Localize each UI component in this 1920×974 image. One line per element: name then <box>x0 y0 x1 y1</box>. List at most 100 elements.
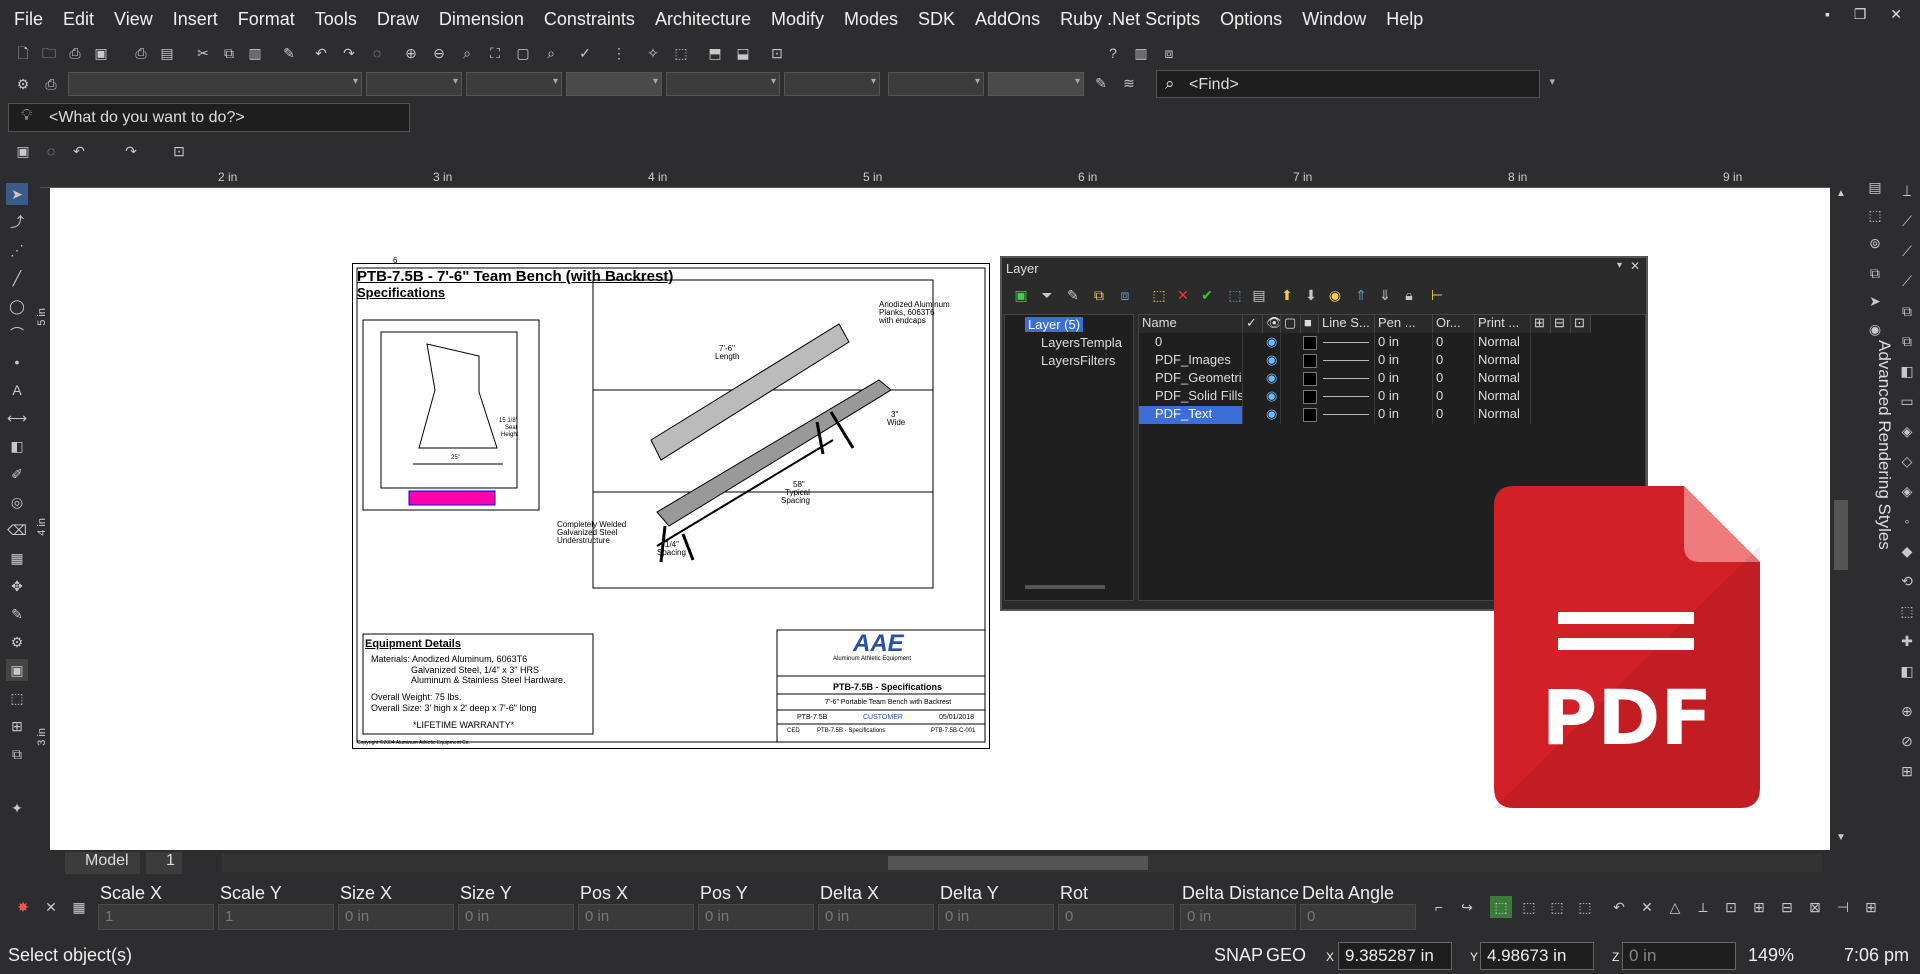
col-header-extra3[interactable]: ⊡ <box>1571 315 1591 333</box>
edit-reshape-icon[interactable]: ⤴ <box>6 211 28 233</box>
menu-options[interactable]: Options <box>1220 9 1282 30</box>
snap-tool-icon[interactable]: ↪ <box>1456 896 1478 918</box>
tree-root[interactable]: Layer (5) <box>1025 317 1084 332</box>
col-header-pen[interactable]: Pen ... <box>1375 315 1433 333</box>
menu-window[interactable]: Window <box>1302 9 1366 30</box>
color-swatch[interactable] <box>1303 390 1317 404</box>
advanced-rendering-styles-tab[interactable]: Advanced Rendering Styles <box>1858 340 1894 570</box>
eye-icon[interactable]: ◉ <box>1263 352 1281 370</box>
tree-scrollbar[interactable] <box>1025 585 1105 589</box>
eye-icon[interactable]: ◉ <box>1263 370 1281 388</box>
drawing-sheet[interactable]: PTB-7.5B - 7'-6" Team Bench (with Backre… <box>352 256 990 749</box>
save-icon[interactable]: ▣ <box>12 140 34 162</box>
panel-icon[interactable]: ⊚ <box>1864 232 1886 254</box>
snap-settings-icon[interactable]: ✸ <box>12 896 34 918</box>
wand-icon[interactable]: ✦ <box>6 797 28 819</box>
menu-tools[interactable]: Tools <box>315 9 357 30</box>
layer-cell-linestyle[interactable] <box>1319 334 1375 352</box>
col-header-visible[interactable]: 👁︎ <box>1263 315 1281 333</box>
layer-group-icon[interactable]: ⧉ <box>1088 284 1110 306</box>
col-header-color[interactable]: ■ <box>1301 315 1319 333</box>
style-dropdown[interactable] <box>784 72 880 96</box>
array-icon[interactable]: ▦ <box>6 547 28 569</box>
menu-sdk[interactable]: SDK <box>918 9 955 30</box>
layer-stack-icon[interactable]: ⧉ <box>6 743 28 765</box>
move-icon[interactable]: ✥ <box>6 575 28 597</box>
col-header-print[interactable]: Print ... <box>1475 315 1531 333</box>
grid-icon[interactable]: ⋮ <box>608 42 630 64</box>
geo-toggle[interactable]: GEO <box>1266 945 1306 966</box>
tool-icon[interactable]: ◧ <box>1896 660 1918 682</box>
layer-row[interactable]: PDF_Images 0 in 0 Normal ◉ <box>1139 352 1647 370</box>
layer-cell-width[interactable]: 0 in <box>1375 352 1433 370</box>
calculator-icon[interactable]: ▦ <box>68 896 90 918</box>
layer-copy-icon[interactable]: ⧈ <box>1114 284 1136 306</box>
snap-tool-icon[interactable]: △ <box>1664 896 1686 918</box>
tool-icon[interactable]: ⊘ <box>1896 730 1918 752</box>
horizontal-scroll-thumb[interactable] <box>888 856 1148 870</box>
col-header-extra1[interactable]: ⊞ <box>1531 315 1551 333</box>
tool-icon[interactable]: ◈ <box>1896 420 1918 442</box>
tree-item[interactable]: LayersFilters <box>1041 353 1115 368</box>
lock-icon[interactable]: 🔒︎ <box>1398 284 1420 306</box>
tool-icon[interactable]: ✚ <box>1896 630 1918 652</box>
brush-icon[interactable]: ✎ <box>6 603 28 625</box>
ask-input[interactable]: 💡︎ <What do you want to do?> <box>8 103 410 132</box>
layer-select-icon[interactable]: ⬚ <box>1224 284 1246 306</box>
layer-row[interactable]: 00 in 0 Normal ◉ <box>1139 334 1647 352</box>
pos-y-field[interactable]: 0 in <box>698 904 814 930</box>
tool-icon[interactable]: ▭ <box>1896 390 1918 412</box>
snap-tool-icon[interactable]: ⬚ <box>1518 896 1540 918</box>
tree-item[interactable]: LayersTempla <box>1041 335 1122 350</box>
transform-icon[interactable]: ⊞ <box>6 715 28 737</box>
x-coordinate-field[interactable]: 9.385287 in <box>1338 942 1452 970</box>
tool-icon[interactable]: ⧉ <box>1896 300 1918 322</box>
print-preview-icon[interactable]: ▤ <box>156 42 178 64</box>
spelling-icon[interactable]: ✓ <box>574 42 596 64</box>
zoom-page-icon[interactable]: ▢ <box>512 42 534 64</box>
layer-cell-width[interactable]: 0 in <box>1375 334 1433 352</box>
snap-grid-icon[interactable]: ▣ <box>6 659 28 681</box>
layer-icon[interactable]: ⬚ <box>670 42 692 64</box>
smart-symbol-icon[interactable]: ◎ <box>6 491 28 513</box>
properties-icon[interactable]: ⊡ <box>766 42 788 64</box>
menu-ruby-net-scripts[interactable]: Ruby .Net Scripts <box>1060 9 1200 30</box>
zoom-out-icon[interactable]: ⊖ <box>428 42 450 64</box>
font-size-dropdown[interactable] <box>988 72 1084 96</box>
chevron-down-icon[interactable]: ▾ <box>1549 75 1555 88</box>
visibility-icon[interactable]: ◉ <box>1324 284 1346 306</box>
snap-tool-icon[interactable]: ⬚ <box>1546 896 1568 918</box>
tool-icon[interactable]: ⊕ <box>1896 700 1918 722</box>
close-icon[interactable]: ✕ <box>40 896 62 918</box>
snap-tool-icon[interactable]: ✕ <box>1636 896 1658 918</box>
eye-icon[interactable]: ◉ <box>1263 406 1281 424</box>
layer-cell-order[interactable]: 0 <box>1433 406 1475 424</box>
open-template-icon[interactable]: ⎙ <box>64 42 86 64</box>
layer-cell-linestyle[interactable] <box>1319 388 1375 406</box>
scale-x-field[interactable]: 1 <box>98 904 214 930</box>
eye-icon[interactable]: ◉ <box>1263 388 1281 406</box>
pin-icon[interactable]: ▾ <box>1617 260 1622 271</box>
layer-cell-print[interactable]: Normal <box>1475 334 1531 352</box>
zoom-previous-icon[interactable]: ⌕ <box>540 42 562 64</box>
layer-cell-name[interactable]: PDF_Images <box>1139 352 1243 370</box>
snap-icon[interactable]: ✧ <box>642 42 664 64</box>
select-window-icon[interactable]: ⬚ <box>6 687 28 709</box>
color-swatch[interactable] <box>1303 336 1317 350</box>
snap-tool-icon[interactable]: ⊠ <box>1804 896 1826 918</box>
gear-icon[interactable]: ⚙ <box>12 73 34 95</box>
copy-icon[interactable]: ⧉ <box>218 42 240 64</box>
layer-dropdown[interactable] <box>68 72 362 96</box>
col-header-lock[interactable]: ▢ <box>1281 315 1301 333</box>
delta-x-field[interactable]: 0 in <box>818 904 934 930</box>
tool-icon[interactable]: ◧ <box>1896 360 1918 382</box>
snap-toggle[interactable]: SNAP <box>1214 945 1263 966</box>
menu-format[interactable]: Format <box>238 9 295 30</box>
menu-view[interactable]: View <box>114 9 153 30</box>
layer-cell-linestyle[interactable] <box>1319 370 1375 388</box>
layer-cell-linestyle[interactable] <box>1319 352 1375 370</box>
layer-cell-width[interactable]: 0 in <box>1375 370 1433 388</box>
dimension-icon[interactable]: ⟷ <box>6 407 28 429</box>
paste-icon[interactable]: ▥ <box>244 42 266 64</box>
new-layer-icon[interactable]: ▣ <box>1010 284 1032 306</box>
